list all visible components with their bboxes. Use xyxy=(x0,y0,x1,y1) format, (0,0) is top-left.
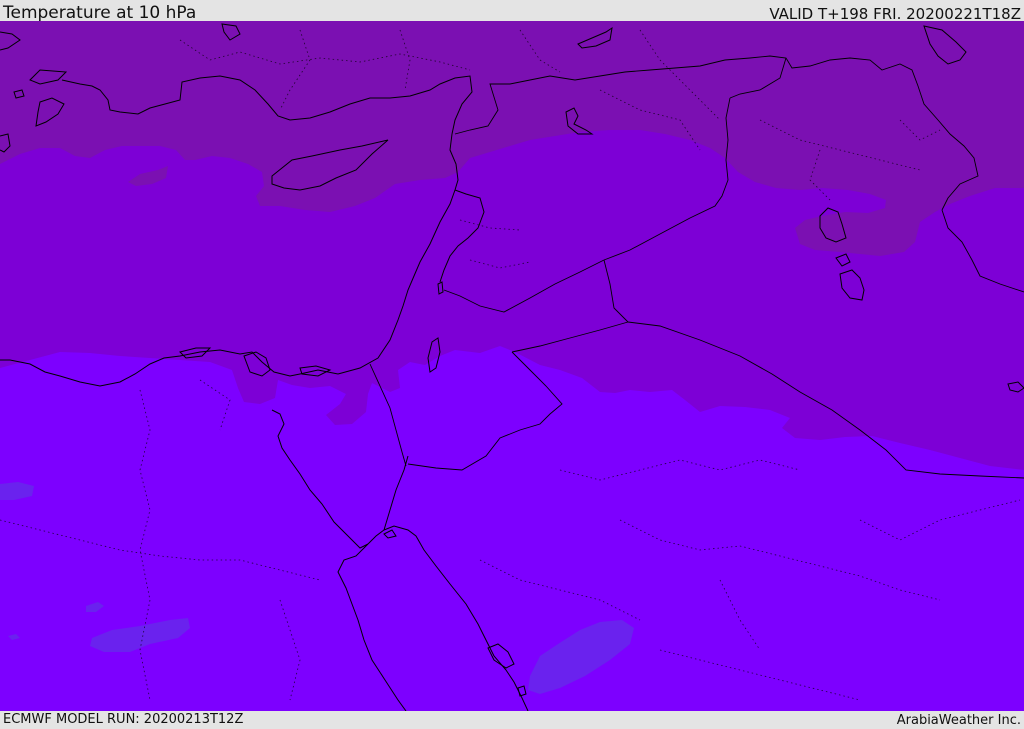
temperature-map xyxy=(0,21,1024,711)
map-title: Temperature at 10 hPa xyxy=(3,3,197,23)
footer-bar: ECMWF MODEL RUN: 20200213T12Z ArabiaWeat… xyxy=(0,711,1024,729)
header-bar: Temperature at 10 hPa VALID T+198 FRI. 2… xyxy=(0,0,1024,23)
model-run-label: ECMWF MODEL RUN: 20200213T12Z xyxy=(3,712,244,727)
credit-label: ArabiaWeather Inc. xyxy=(896,713,1021,728)
map-figure: Temperature at 10 hPa VALID T+198 FRI. 2… xyxy=(0,0,1024,729)
map-canvas xyxy=(0,21,1024,711)
